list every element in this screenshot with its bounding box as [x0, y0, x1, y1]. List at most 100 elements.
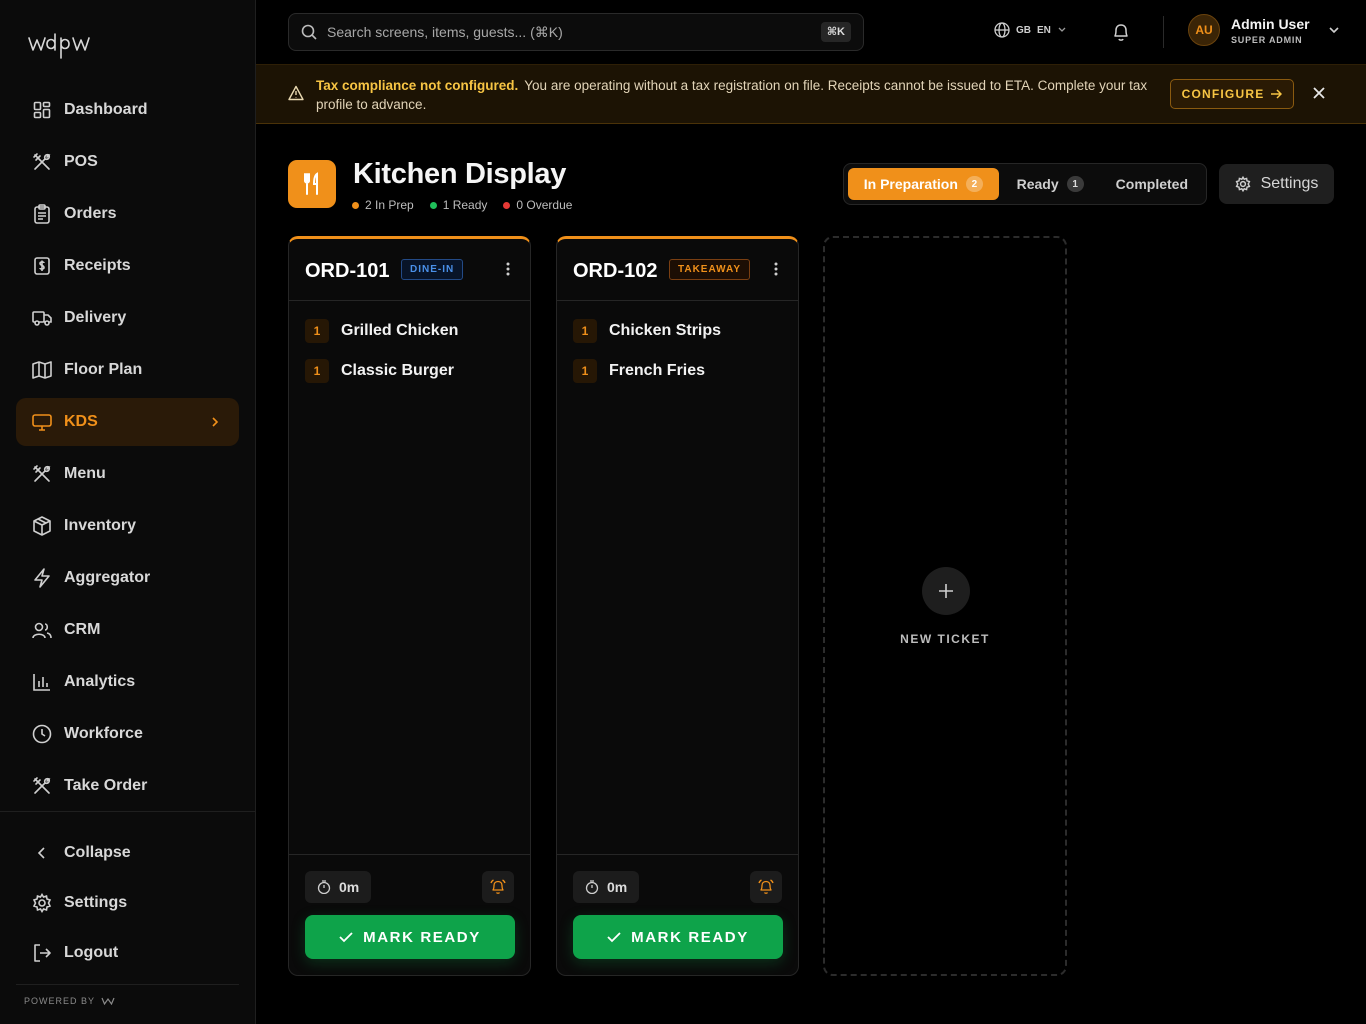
brand-logo[interactable]: [28, 30, 118, 60]
kitchen-icon: [288, 160, 336, 208]
sidebar: Dashboard POS Orders Receipts Delivery F…: [0, 0, 256, 1024]
ticket-footer: 0m MARK READY: [557, 854, 798, 975]
chevron-down-icon: [1058, 27, 1066, 32]
timer-value: 0m: [607, 879, 628, 895]
stat-label: 1 Ready: [442, 198, 488, 212]
ticket-items: 1 Chicken Strips 1 French Fries: [557, 301, 798, 385]
map-icon: [32, 360, 52, 380]
bell-icon: [1114, 24, 1128, 41]
sidebar-item-label: KDS: [64, 413, 98, 430]
order-id: ORD-101: [305, 260, 390, 282]
check-icon: [607, 932, 621, 943]
mark-ready-button[interactable]: MARK READY: [573, 915, 783, 959]
order-type-badge: TAKEAWAY: [669, 259, 751, 280]
sidebar-divider: [0, 811, 255, 812]
topbar-divider: [1163, 16, 1164, 48]
elapsed-timer: 0m: [305, 871, 372, 903]
order-ticket: ORD-101 DINE-IN 1 Grilled Chicken 1 Clas…: [288, 236, 531, 976]
logout-button[interactable]: Logout: [16, 928, 239, 978]
mark-ready-button[interactable]: MARK READY: [305, 915, 515, 959]
language-selector[interactable]: GB EN: [994, 22, 1067, 38]
stat-in-prep: 2 In Prep: [352, 198, 414, 212]
search-box[interactable]: ⌘K: [288, 13, 864, 51]
tab-label: In Preparation: [863, 176, 958, 192]
sidebar-item-label: Take Order: [64, 777, 148, 794]
kds-settings-button[interactable]: Settings: [1219, 164, 1334, 204]
stat-dot: [352, 201, 359, 209]
truck-icon: [32, 308, 52, 328]
logout-icon: [32, 943, 52, 963]
user-menu[interactable]: AU Admin User SUPER ADMIN: [1188, 14, 1340, 46]
sidebar-item-aggregator[interactable]: Aggregator: [16, 554, 239, 602]
sidebar-item-label: Dashboard: [64, 101, 148, 118]
user-name: Admin User: [1231, 15, 1310, 32]
status-tabs: In Preparation 2 Ready 1 Completed: [843, 163, 1207, 205]
powered-by-label: POWERED BY: [24, 996, 96, 1006]
item-quantity: 1: [305, 319, 329, 343]
clock-icon: [32, 724, 52, 744]
order-id: ORD-102: [573, 260, 658, 282]
settings-label: Settings: [64, 894, 128, 911]
sidebar-item-label: CRM: [64, 621, 101, 638]
more-vertical-icon[interactable]: [506, 262, 510, 276]
sidebar-item-take-order[interactable]: Take Order: [16, 762, 239, 810]
alarm-bell-icon: [758, 879, 774, 894]
search-input[interactable]: [327, 24, 797, 40]
stat-ready: 1 Ready: [429, 198, 488, 212]
tab-ready[interactable]: Ready 1: [1003, 168, 1098, 200]
receipt-icon: [32, 256, 52, 276]
monitor-icon: [32, 412, 52, 432]
sidebar-item-workforce[interactable]: Workforce: [16, 710, 239, 758]
configure-label: CONFIGURE: [1181, 87, 1265, 101]
collapse-button[interactable]: Collapse: [16, 828, 239, 878]
shortcut-badge: ⌘K: [820, 22, 851, 42]
notifications-button[interactable]: [1112, 22, 1130, 47]
sidebar-item-inventory[interactable]: Inventory: [16, 502, 239, 550]
mark-ready-label: MARK READY: [631, 928, 749, 946]
sidebar-item-orders[interactable]: Orders: [16, 190, 239, 238]
new-ticket-button[interactable]: NEW TICKET: [823, 236, 1067, 976]
tab-in-preparation[interactable]: In Preparation 2: [848, 168, 999, 200]
sidebar-settings-button[interactable]: Settings: [16, 878, 239, 928]
page-title: Kitchen Display: [353, 158, 567, 190]
sidebar-item-receipts[interactable]: Receipts: [16, 242, 239, 290]
sidebar-item-menu[interactable]: Menu: [16, 450, 239, 498]
sidebar-item-label: Analytics: [64, 673, 136, 690]
chevron-right-icon: [212, 417, 219, 427]
sidebar-item-label: Delivery: [64, 309, 127, 326]
warning-icon: [288, 85, 304, 101]
timer-value: 0m: [339, 879, 360, 895]
item-name: Classic Burger: [341, 362, 454, 379]
powered-by: POWERED BY: [16, 984, 239, 1006]
mark-ready-label: MARK READY: [363, 928, 481, 946]
utensils-cross-icon: [32, 776, 52, 796]
users-icon: [32, 620, 52, 640]
configure-button[interactable]: CONFIGURE: [1170, 79, 1294, 109]
alert-button[interactable]: [750, 871, 782, 903]
close-icon[interactable]: [1312, 86, 1326, 100]
stopwatch-icon: [585, 880, 599, 894]
tab-completed[interactable]: Completed: [1102, 168, 1202, 200]
ticket-items: 1 Grilled Chicken 1 Classic Burger: [289, 301, 530, 385]
sidebar-item-pos[interactable]: POS: [16, 138, 239, 186]
item-quantity: 1: [305, 359, 329, 383]
collapse-label: Collapse: [64, 844, 131, 861]
alert-button[interactable]: [482, 871, 514, 903]
item-quantity: 1: [573, 359, 597, 383]
more-vertical-icon[interactable]: [774, 262, 778, 276]
sidebar-item-delivery[interactable]: Delivery: [16, 294, 239, 342]
globe-icon: [994, 22, 1010, 38]
banner-title: Tax compliance not configured.: [316, 78, 519, 93]
sidebar-item-dashboard[interactable]: Dashboard: [16, 86, 239, 134]
sidebar-item-kds[interactable]: KDS: [16, 398, 239, 446]
sidebar-item-floor-plan[interactable]: Floor Plan: [16, 346, 239, 394]
language-region: GB: [1016, 24, 1031, 36]
ticket-footer: 0m MARK READY: [289, 854, 530, 975]
list-item: 1 French Fries: [573, 357, 782, 385]
clipboard-icon: [32, 204, 52, 224]
list-item: 1 Classic Burger: [305, 357, 514, 385]
sidebar-item-crm[interactable]: CRM: [16, 606, 239, 654]
elapsed-timer: 0m: [573, 871, 640, 903]
sidebar-item-analytics[interactable]: Analytics: [16, 658, 239, 706]
sidebar-item-label: Inventory: [64, 517, 137, 534]
